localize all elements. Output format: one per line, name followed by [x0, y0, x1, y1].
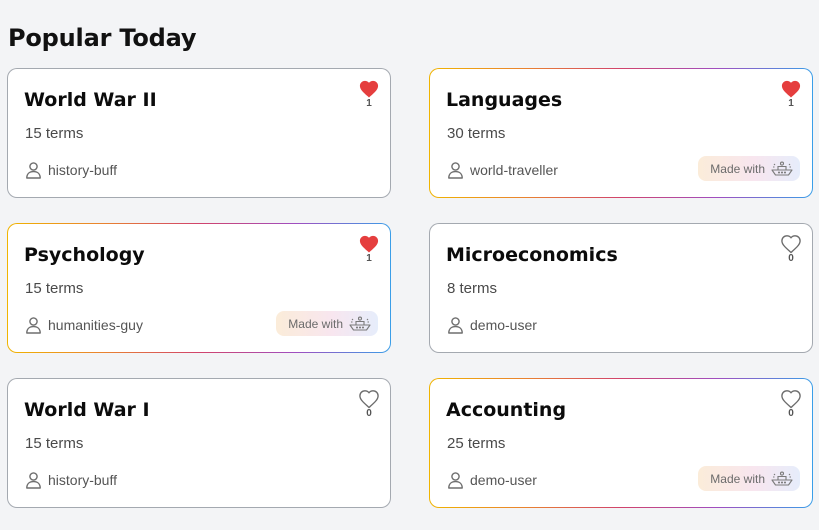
heart-filled-icon: [358, 234, 380, 254]
heart-outline-icon: [780, 234, 802, 254]
user-icon: [25, 316, 42, 334]
card-author[interactable]: humanities-guy: [25, 316, 143, 334]
like-count: 1: [366, 98, 372, 109]
ai-boat-icon: [770, 470, 794, 488]
card-terms-count: 8 terms: [447, 280, 498, 297]
card-title[interactable]: World War II: [24, 89, 157, 111]
card-terms-count: 15 terms: [25, 280, 84, 297]
ai-boat-icon: [770, 160, 794, 178]
card-wrap-2: Psychology 15 terms humanities-guy 1 Mad…: [7, 223, 391, 353]
made-with-badge: Made with: [276, 311, 378, 336]
card-grid: World War II 15 terms history-buff 1 Lan…: [7, 68, 813, 508]
made-with-label: Made with: [710, 161, 765, 176]
card-wrap-4: World War I 15 terms history-buff 0: [7, 378, 391, 508]
user-icon: [447, 471, 464, 489]
card-title[interactable]: Microeconomics: [446, 244, 618, 266]
flashcard-set-card[interactable]: World War II 15 terms history-buff 1: [8, 69, 390, 197]
card-author[interactable]: history-buff: [25, 471, 117, 489]
flashcard-set-card[interactable]: Microeconomics 8 terms demo-user 0: [430, 224, 812, 352]
card-terms-count: 15 terms: [25, 125, 84, 142]
card-wrap-0: World War II 15 terms history-buff 1: [7, 68, 391, 198]
card-author[interactable]: history-buff: [25, 161, 117, 179]
card-title[interactable]: Accounting: [446, 399, 566, 421]
card-author-name: history-buff: [48, 162, 117, 178]
section-title: Popular Today: [8, 24, 197, 52]
like-button[interactable]: 1: [358, 234, 380, 264]
card-title[interactable]: Languages: [446, 89, 562, 111]
heart-outline-icon: [780, 389, 802, 409]
flashcard-set-card[interactable]: Psychology 15 terms humanities-guy 1 Mad…: [8, 224, 390, 352]
flashcard-set-card[interactable]: Accounting 25 terms demo-user 0 Made wit…: [430, 379, 812, 507]
heart-outline-icon: [358, 389, 380, 409]
card-author[interactable]: demo-user: [447, 471, 537, 489]
card-title[interactable]: Psychology: [24, 244, 145, 266]
flashcard-set-card[interactable]: Languages 30 terms world-traveller 1 Mad…: [430, 69, 812, 197]
like-button[interactable]: 0: [780, 234, 802, 264]
card-terms-count: 15 terms: [25, 435, 84, 452]
card-wrap-5: Accounting 25 terms demo-user 0 Made wit…: [429, 378, 813, 508]
card-wrap-3: Microeconomics 8 terms demo-user 0: [429, 223, 813, 353]
card-author-name: history-buff: [48, 472, 117, 488]
user-icon: [25, 471, 42, 489]
card-terms-count: 25 terms: [447, 435, 506, 452]
like-button[interactable]: 0: [780, 389, 802, 419]
user-icon: [447, 316, 464, 334]
heart-filled-icon: [358, 79, 380, 99]
card-author[interactable]: world-traveller: [447, 161, 558, 179]
card-title[interactable]: World War I: [24, 399, 150, 421]
card-author[interactable]: demo-user: [447, 316, 537, 334]
flashcard-set-card[interactable]: World War I 15 terms history-buff 0: [8, 379, 390, 507]
card-wrap-1: Languages 30 terms world-traveller 1 Mad…: [429, 68, 813, 198]
ai-boat-icon: [348, 315, 372, 333]
card-author-name: demo-user: [470, 472, 537, 488]
made-with-badge: Made with: [698, 466, 800, 491]
like-button[interactable]: 1: [358, 79, 380, 109]
like-count: 0: [788, 408, 794, 419]
user-icon: [447, 161, 464, 179]
like-count: 0: [788, 253, 794, 264]
like-button[interactable]: 1: [780, 79, 802, 109]
heart-filled-icon: [780, 79, 802, 99]
made-with-label: Made with: [710, 471, 765, 486]
card-author-name: world-traveller: [470, 162, 558, 178]
made-with-label: Made with: [288, 316, 343, 331]
like-count: 1: [788, 98, 794, 109]
like-button[interactable]: 0: [358, 389, 380, 419]
like-count: 1: [366, 253, 372, 264]
user-icon: [25, 161, 42, 179]
card-author-name: demo-user: [470, 317, 537, 333]
made-with-badge: Made with: [698, 156, 800, 181]
card-terms-count: 30 terms: [447, 125, 506, 142]
like-count: 0: [366, 408, 372, 419]
card-author-name: humanities-guy: [48, 317, 143, 333]
